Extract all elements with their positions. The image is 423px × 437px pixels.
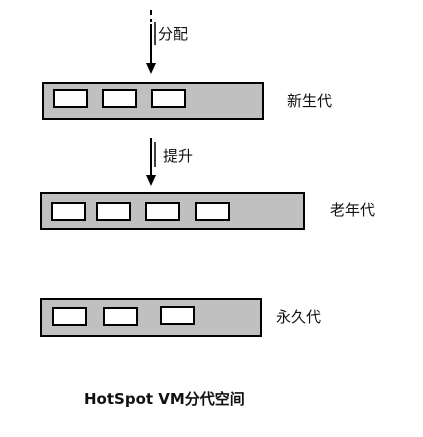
diagram-caption: HotSpot VM分代空间	[84, 390, 245, 408]
old-object-4	[195, 202, 230, 221]
permanent-generation-label: 永久代	[276, 308, 321, 326]
old-object-2	[96, 202, 131, 221]
young-object-2	[102, 89, 137, 108]
old-generation	[40, 192, 305, 230]
young-object-3	[151, 89, 186, 108]
young-generation	[42, 82, 264, 120]
permanent-object-3	[160, 306, 195, 325]
permanent-object-2	[103, 307, 138, 326]
old-object-1	[51, 202, 86, 221]
promote-label: 提升	[163, 147, 193, 165]
allocate-label: 分配	[158, 25, 188, 43]
old-generation-label: 老年代	[330, 201, 375, 219]
permanent-object-1	[52, 307, 87, 326]
permanent-generation	[40, 298, 262, 337]
old-object-3	[145, 202, 180, 221]
hotspot-generations-diagram: 分配 新生代 提升 老年代 永久代 HotSpot VM分代空间	[40, 10, 375, 408]
young-generation-label: 新生代	[287, 92, 332, 110]
young-object-1	[53, 89, 88, 108]
